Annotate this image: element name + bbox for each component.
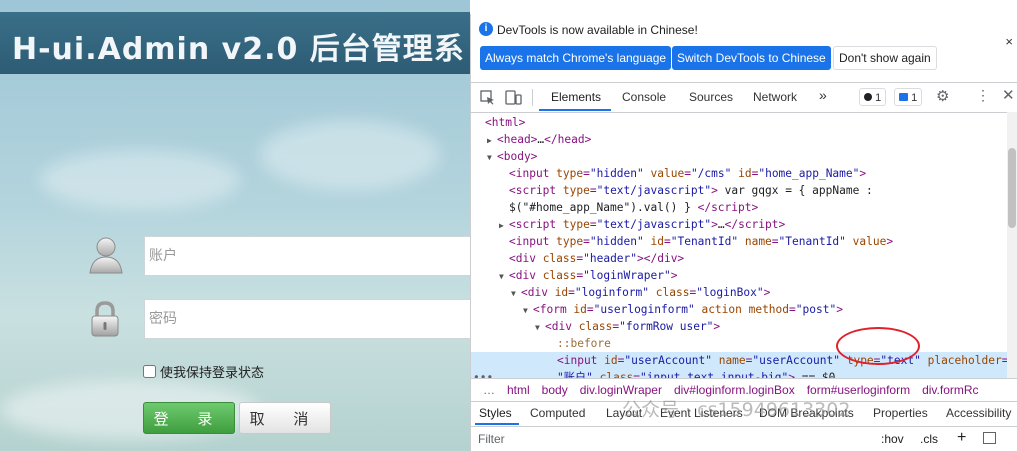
match-language-button[interactable]: Always match Chrome's language	[480, 46, 672, 70]
dom-node[interactable]: <div class="header"></div>	[509, 250, 684, 267]
breadcrumb-item[interactable]: html	[507, 383, 530, 397]
page-title: H-ui.Admin v2.0 后台管理系	[12, 32, 465, 67]
dom-node[interactable]: ▼ <body>	[487, 148, 537, 165]
more-tabs-icon[interactable]: »	[819, 87, 827, 103]
expand-triangle-icon[interactable]: ▼	[535, 319, 545, 336]
close-devtools-icon[interactable]: ✕	[1002, 86, 1015, 104]
account-input[interactable]: 账户	[144, 236, 470, 276]
error-count: 1	[875, 92, 882, 104]
dom-node[interactable]: <html>	[485, 114, 525, 131]
hov-toggle[interactable]: :hov	[881, 432, 904, 446]
dom-node[interactable]: <input type="hidden" value="/cms" id="ho…	[509, 165, 866, 182]
breadcrumb-item[interactable]: …	[483, 383, 495, 397]
dom-node[interactable]: ▶ <head>…</head>	[487, 131, 591, 148]
subtab-computed[interactable]: Computed	[530, 406, 585, 420]
remember-me[interactable]: 使我保持登录状态	[143, 362, 264, 381]
device-toolbar-icon[interactable]	[505, 90, 522, 105]
breadcrumb-item[interactable]: div.formRc	[922, 383, 978, 397]
inspect-icon[interactable]	[480, 90, 495, 105]
tabbar-divider	[532, 89, 533, 106]
dom-node[interactable]: "账户" class="input_text input-big"> == $0	[557, 369, 835, 378]
dom-node[interactable]: ▼ <div id="loginform" class="loginBox">	[511, 284, 770, 301]
subtab-accessibility[interactable]: Accessibility	[946, 406, 1011, 420]
info-icon: i	[479, 22, 493, 36]
dom-node[interactable]: ▶ <script type="text/javascript">…</scrip…	[499, 216, 785, 233]
dont-show-button[interactable]: Don't show again	[833, 46, 937, 70]
close-icon[interactable]: ×	[1005, 34, 1013, 49]
styles-filter-bar: Filter :hov .cls +	[471, 427, 1017, 451]
cancel-button[interactable]: 取 消	[239, 402, 331, 434]
devtools-tabbar: Elements Console Sources Network » 1 1 ⚙…	[471, 83, 1017, 113]
dom-node[interactable]: <input type="hidden" id="TenantId" name=…	[509, 233, 893, 250]
user-icon	[89, 237, 123, 274]
remember-label: 使我保持登录状态	[160, 366, 265, 381]
watermark: 公众号 · cs15949613302	[622, 399, 851, 421]
red-annotation-circle	[836, 327, 920, 365]
tree-scrollbar[interactable]	[1007, 112, 1017, 378]
breadcrumb-item[interactable]: body	[542, 383, 568, 397]
settings-gear-icon[interactable]: ⚙	[936, 87, 949, 105]
remember-checkbox[interactable]	[143, 365, 156, 378]
login-button[interactable]: 登 录	[143, 402, 235, 434]
tab-network[interactable]: Network	[753, 90, 797, 104]
subtab-properties[interactable]: Properties	[873, 406, 928, 420]
tab-console[interactable]: Console	[622, 90, 666, 104]
cls-toggle[interactable]: .cls	[920, 432, 938, 446]
scrollbar-thumb[interactable]	[1008, 148, 1016, 228]
bg-cloud	[40, 150, 240, 210]
kebab-menu-icon[interactable]: ⋮	[976, 87, 990, 104]
dom-node[interactable]: $("#home_app_Name").val() } </script>	[509, 199, 758, 216]
infobar-message: DevTools is now available in Chinese!	[497, 23, 698, 37]
dom-node[interactable]: ▼ <form id="userloginform" action method=…	[523, 301, 843, 318]
node-actions-icon[interactable]: •••	[473, 369, 493, 378]
subtab-styles[interactable]: Styles	[479, 406, 512, 420]
password-input[interactable]: 密码	[144, 299, 470, 339]
login-page: H-ui.Admin v2.0 后台管理系 账户 密码 使我保持登录状态 登 录…	[0, 0, 470, 451]
new-rule-button[interactable]: +	[957, 429, 966, 447]
expand-triangle-icon[interactable]: ▼	[487, 149, 497, 166]
devtools-panel: i DevTools is now available in Chinese! …	[470, 14, 1017, 451]
filter-input[interactable]: Filter	[478, 432, 505, 446]
expand-triangle-icon[interactable]: ▶	[499, 217, 509, 234]
dom-tree[interactable]: <html> ▶ <head>…</head> ▼ <body> <input type=…	[471, 112, 1017, 378]
dom-node[interactable]: ▼ <div class="loginWraper">	[499, 267, 677, 284]
switch-chinese-button[interactable]: Switch DevTools to Chinese	[672, 46, 831, 70]
dom-node[interactable]: <script type="text/javascript"> var gqgx…	[509, 182, 873, 199]
dom-node[interactable]: ▼ <div class="formRow user">	[535, 318, 720, 335]
bg-cloud	[260, 120, 440, 190]
lock-icon	[91, 301, 119, 337]
active-subtab-indicator	[475, 423, 519, 425]
tab-sources[interactable]: Sources	[689, 90, 733, 104]
error-badge[interactable]: 1	[859, 88, 887, 106]
dom-node[interactable]: <input id="userAccount" name="userAccoun…	[557, 352, 1008, 369]
dom-node[interactable]: ::before	[557, 335, 611, 352]
message-icon	[899, 93, 908, 101]
message-count: 1	[911, 92, 918, 104]
login-header: H-ui.Admin v2.0 后台管理系	[0, 12, 470, 74]
message-badge[interactable]: 1	[894, 88, 923, 106]
expand-triangle-icon[interactable]: ▼	[499, 268, 509, 285]
tab-elements[interactable]: Elements	[551, 90, 601, 104]
error-dot-icon	[864, 93, 872, 101]
toggle-sidebar-icon[interactable]	[983, 432, 996, 444]
language-infobar: i DevTools is now available in Chinese! …	[471, 14, 1017, 83]
expand-triangle-icon[interactable]: ▼	[511, 285, 521, 302]
active-tab-indicator	[539, 109, 611, 111]
expand-triangle-icon[interactable]: ▼	[523, 302, 533, 319]
expand-triangle-icon[interactable]: ▶	[487, 132, 497, 149]
